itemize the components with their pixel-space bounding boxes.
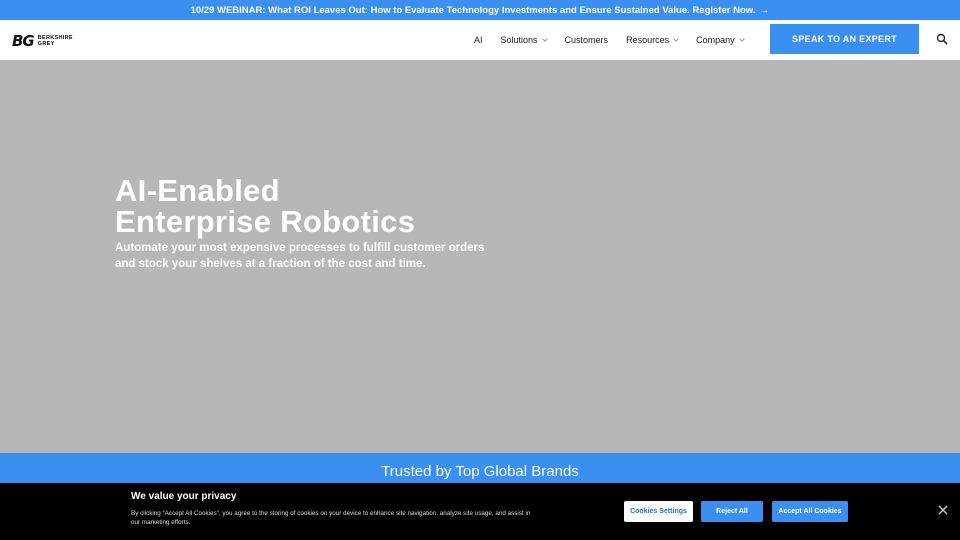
logo-wordmark: BERKSHIRE GREY [38, 35, 73, 47]
hero-subtitle-line-1: Automate your most expensive processes t… [115, 242, 485, 254]
chevron-down-icon [541, 35, 548, 42]
reject-all-button[interactable]: Reject All [701, 501, 763, 522]
announcement-text[interactable]: 10/29 WEBINAR: What ROI Leaves Out: How … [191, 5, 756, 16]
nav-item-ai[interactable]: AI [474, 35, 483, 45]
nav-item-resources[interactable]: Resources [626, 35, 679, 45]
cookie-title: We value your privacy [131, 491, 237, 502]
hero-subtitle: Automate your most expensive processes t… [115, 240, 535, 272]
nav-label: AI [474, 35, 483, 45]
hero-title: AI-Enabled Enterprise Robotics [115, 175, 415, 237]
trusted-brands-section: Trusted by Top Global Brands [0, 453, 960, 483]
nav-item-solutions[interactable]: Solutions [500, 35, 548, 45]
search-icon[interactable] [936, 33, 948, 45]
speak-to-expert-button[interactable]: SPEAK TO AN EXPERT [770, 24, 919, 54]
nav-label: Customers [564, 35, 609, 45]
cookie-description: By clicking “Accept All Cookies”, you ag… [131, 510, 531, 526]
nav-label: Resources [626, 35, 670, 45]
hero-title-line-1: AI-Enabled [115, 173, 280, 208]
logo[interactable]: BG BERKSHIRE GREY [12, 32, 73, 50]
hero-section: AI-Enabled Enterprise Robotics Automate … [0, 60, 960, 453]
logo-mark: BG [12, 32, 35, 50]
main-nav: AI Solutions Customers Resources Company [474, 20, 762, 60]
hero-subtitle-line-2: and stock your shelves at a fraction of … [115, 258, 426, 270]
chevron-down-icon [673, 35, 679, 42]
nav-label: Solutions [500, 35, 538, 45]
cookies-settings-button[interactable]: Cookies Settings [624, 501, 693, 522]
nav-item-company[interactable]: Company [696, 35, 745, 45]
nav-label: Company [696, 35, 735, 45]
nav-item-customers[interactable]: Customers [565, 35, 609, 45]
close-icon[interactable] [938, 505, 948, 515]
site-header: BG BERKSHIRE GREY AI Solutions Customers… [0, 20, 960, 60]
accept-all-cookies-button[interactable]: Accept All Cookies [772, 501, 848, 522]
arrow-right-icon: → [759, 4, 770, 16]
cookie-banner: We value your privacy By clicking “Accep… [0, 483, 960, 540]
announcement-bar[interactable]: 10/29 WEBINAR: What ROI Leaves Out: How … [0, 0, 960, 20]
trusted-heading: Trusted by Top Global Brands [381, 463, 579, 480]
hero-title-line-2: Enterprise Robotics [115, 204, 416, 239]
chevron-down-icon [738, 35, 745, 42]
logo-line-2: GREY [37, 41, 55, 47]
